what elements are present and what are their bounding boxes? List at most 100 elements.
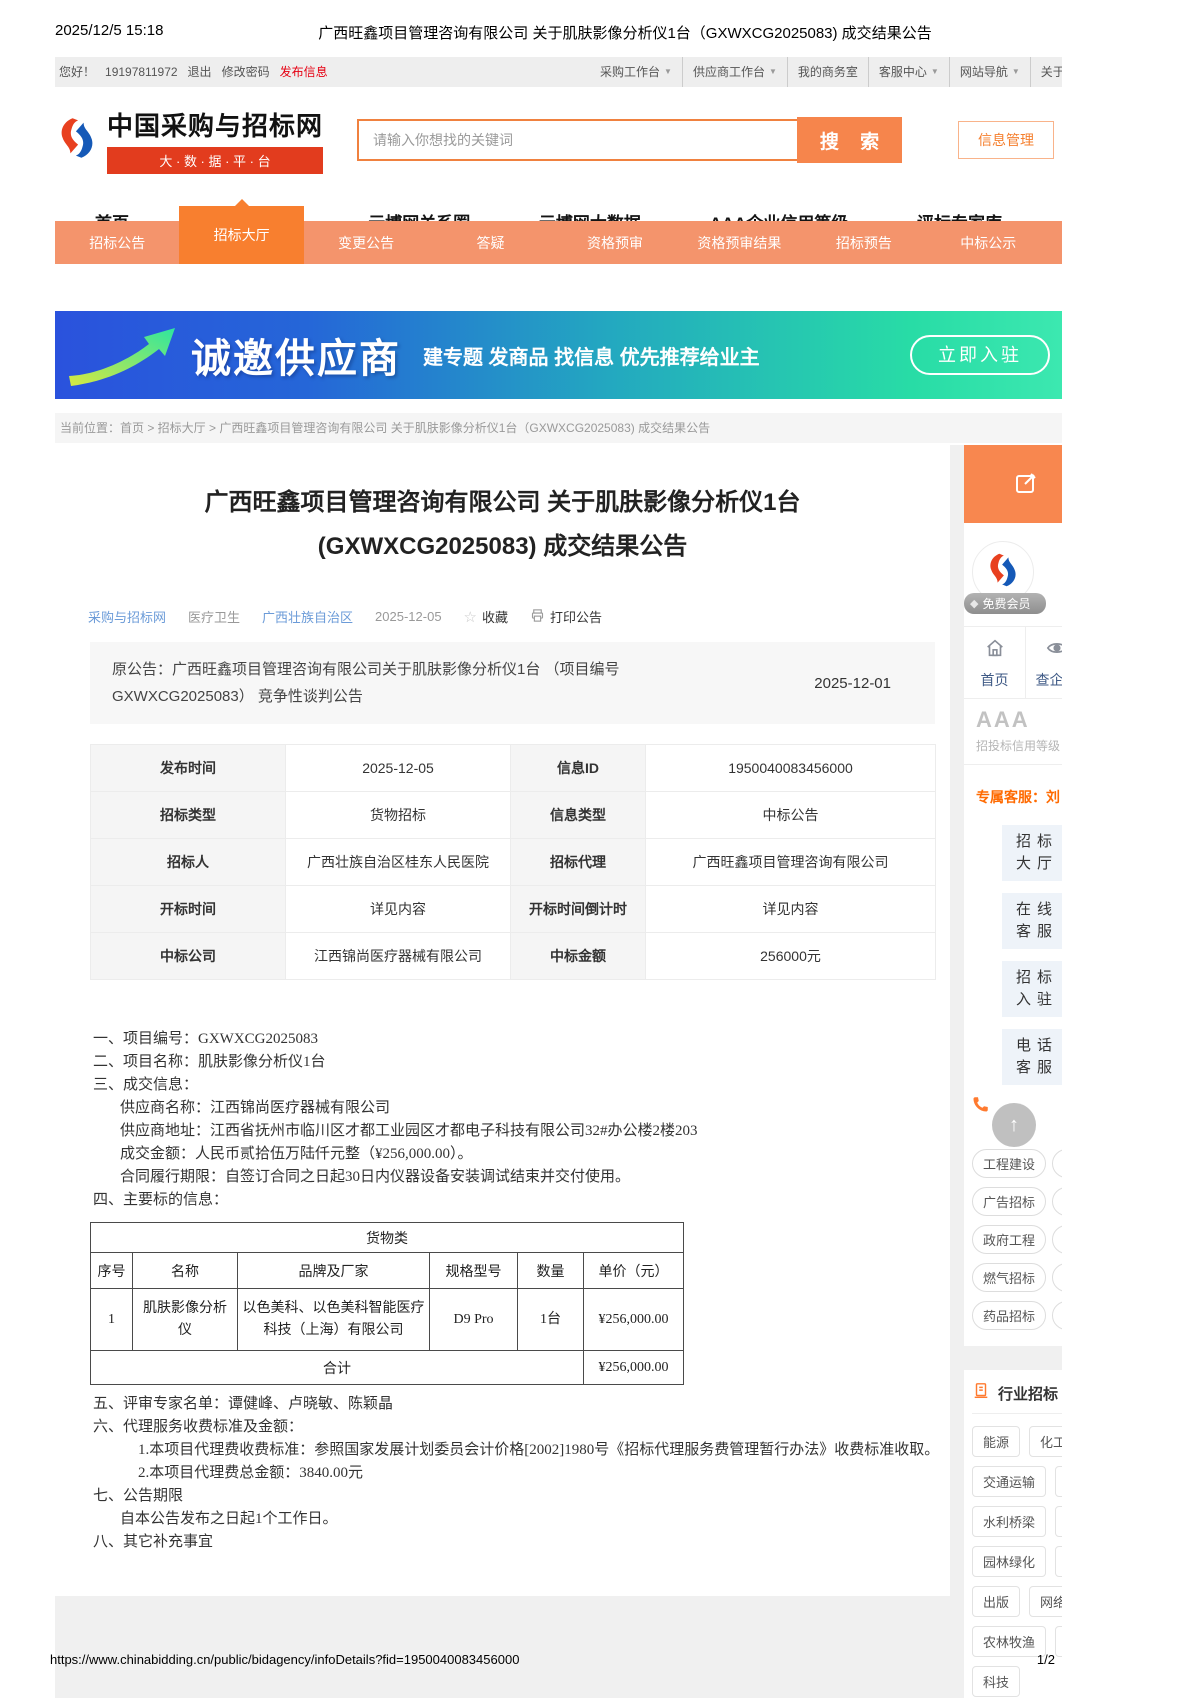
industry-tag[interactable]: 市政 — [1055, 1546, 1062, 1577]
menu-site-nav[interactable]: 网站导航 ▼ — [950, 57, 1031, 87]
menu-my-office[interactable]: 我的商务室 — [788, 57, 869, 87]
body-line: 供应商地址：江西省抚州市临川区才都工业园区才都电子科技有限公司32#办公楼2楼2… — [120, 1123, 698, 1139]
sidebar-item-phone-service[interactable]: 电话 客服 — [1002, 1029, 1062, 1085]
sub-nav: 招标公告 招标大厅 变更公告 答疑 资格预审 资格预审结果 招标预告 中标公示 … — [55, 199, 1062, 307]
site-header: 中国采购与招标网 大 · 数 · 据 · 平 · 台 搜 索 信息管理 — [55, 87, 1062, 193]
publish-info-link[interactable]: 发布信息 — [280, 57, 328, 87]
tab-winner-announcement[interactable]: 中标公告 — [1051, 221, 1063, 264]
sidebar-item-bid-hall[interactable]: 招标 大厅 — [1002, 825, 1062, 881]
original-announcement[interactable]: 原公告：广西旺鑫项目管理咨询有限公司关于肌肤影像分析仪1台 （项目编号 GXWX… — [90, 642, 935, 724]
category-pill[interactable]: 广告招标 — [972, 1187, 1047, 1216]
member-card: ◆ 免费会员 首页 查企 AAA 招投标信用等级 专属客服：刘 招标 大厅 在线… — [964, 523, 1062, 1346]
industry-tag[interactable]: 交通运输 — [972, 1466, 1047, 1497]
logout-link[interactable]: 退出 — [188, 57, 212, 87]
table-row: 1 肌肤影像分析仪 以色美科、以色美科智能医疗科技（上海）有限公司 D9 Pro… — [90, 1288, 684, 1351]
search-input[interactable] — [357, 119, 797, 161]
sidebar-item-home[interactable]: 首页 — [964, 627, 1026, 698]
print-datetime: 2025/12/5 15:18 — [55, 22, 164, 39]
goods-table-total-row: 合计 ¥256,000.00 — [90, 1350, 684, 1385]
industry-card: 行业招标 能源化工 交通运输机械 水利桥梁冶金 园林绿化市政 出版网络通信 农林… — [964, 1370, 1062, 1698]
tab-change-announcement[interactable]: 变更公告 — [304, 221, 428, 264]
eye-icon — [1046, 643, 1062, 663]
back-to-top-button[interactable]: ↑ — [992, 1103, 1036, 1147]
site-name: 中国采购与招标网 — [107, 111, 324, 141]
greeting-text: 您好！ — [59, 65, 96, 79]
article-meta: 采购与招标网 医疗卫生 广西壮族自治区 2025-12-05 ☆ 收藏 打印公告 — [88, 607, 950, 626]
industry-tag[interactable]: 能源 — [972, 1426, 1021, 1457]
page: 2025/12/5 15:18 广西旺鑫项目管理咨询有限公司 关于肌肤影像分析仪… — [0, 0, 1200, 1698]
category-pill[interactable]: 政府工程 — [972, 1225, 1047, 1254]
sidebar-menu: 招标 大厅 在线 客服 招标 入驻 电话 客服 — [964, 825, 1062, 1085]
industry-tag[interactable]: 园林绿化 — [972, 1546, 1047, 1577]
sidebar-item-online-service[interactable]: 在线 客服 — [1002, 893, 1062, 949]
search-button[interactable]: 搜 索 — [797, 117, 902, 163]
tab-bid-announcement[interactable]: 招标公告 — [55, 221, 179, 264]
meta-region-link[interactable]: 广西壮族自治区 — [262, 607, 353, 626]
arrow-up-icon — [65, 318, 185, 393]
industry-tag[interactable]: 轻工 — [1055, 1626, 1062, 1657]
announcement-body-top: 一、项目编号：GXWXCG2025083 二、项目名称：肌肤影像分析仪1台 三、… — [93, 1028, 950, 1212]
site-logo[interactable]: 中国采购与招标网 大 · 数 · 据 · 平 · 台 — [55, 106, 343, 174]
goods-table: 货物类 序号 名称 品牌及厂家 规格型号 数量 单价（元） 1 肌肤影像分析仪 … — [90, 1222, 684, 1385]
category-pill[interactable]: 水利 — [1052, 1225, 1062, 1254]
breadcrumb[interactable]: 当前位置：首页 > 招标大厅 > 广西旺鑫项目管理咨询有限公司 关于肌肤影像分析… — [55, 413, 1062, 443]
info-manage-button[interactable]: 信息管理 — [958, 121, 1054, 159]
sidebar-item-bid-join[interactable]: 招标 入驻 — [1002, 961, 1062, 1017]
body-line: 二、项目名称：肌肤影像分析仪1台 — [93, 1054, 326, 1070]
industry-tag[interactable]: 机械 — [1055, 1466, 1062, 1497]
meta-source-link[interactable]: 采购与招标网 — [88, 607, 166, 626]
industry-title: 行业招标 — [998, 1385, 1059, 1403]
tab-bid-hall[interactable]: 招标大厅 — [179, 199, 304, 264]
tab-bid-preview[interactable]: 招标预告 — [802, 221, 926, 264]
category-pill[interactable]: 燃气招标 — [972, 1263, 1047, 1292]
publish-panel[interactable] — [964, 445, 1062, 523]
body-line: 六、代理服务收费标准及金额： — [93, 1419, 304, 1435]
join-now-button[interactable]: 立即入驻 — [910, 335, 1050, 375]
menu-buyer-workbench[interactable]: 采购工作台 ▼ — [590, 57, 683, 87]
favorite-button[interactable]: ☆ 收藏 — [464, 607, 508, 626]
category-pill[interactable]: 电力 — [1052, 1187, 1062, 1216]
table-row: 招标人 广西壮族自治区桂东人民医院 招标代理 广西旺鑫项目管理咨询有限公司 — [90, 838, 936, 886]
body-line: 合同履行期限：自签订合同之日起30日内仪器设备安装调试结束并交付使用。 — [120, 1169, 631, 1185]
banner-subline: 建专题 发商品 找信息 优先推荐给业主 — [423, 346, 760, 369]
aaa-credit-block[interactable]: AAA 招投标信用等级 — [964, 699, 1062, 765]
category-pills: 工程建设市政 广告招标电力 政府工程水利 燃气招标油气 药品招标特种 — [964, 1149, 1062, 1330]
industry-tag[interactable]: 网络通信 — [1029, 1586, 1062, 1617]
dedicated-service-label: 专属客服：刘 — [976, 789, 1060, 805]
category-pill[interactable]: 药品招标 — [972, 1301, 1047, 1330]
printer-icon — [530, 608, 545, 626]
phone-icon[interactable] — [972, 1095, 990, 1118]
industry-icon — [972, 1382, 990, 1404]
original-announcement-date: 2025-12-01 — [814, 674, 891, 692]
body-line: 2.本项目代理费总金额：3840.00元 — [138, 1465, 364, 1481]
body-line: 自本公告发布之日起1个工作日。 — [120, 1511, 338, 1527]
announcement-body-bottom: 五、评审专家名单：谭健峰、卢晓敏、陈颖晶 六、代理服务收费标准及金额： 1.本项… — [93, 1393, 950, 1554]
category-pill[interactable]: 市政 — [1052, 1149, 1062, 1178]
sidebar-item-company-lookup[interactable]: 查企业 — [1026, 627, 1062, 698]
print-button[interactable]: 打印公告 — [530, 607, 602, 626]
category-pill[interactable]: 油气 — [1052, 1263, 1062, 1292]
tab-qa[interactable]: 答疑 — [428, 221, 552, 264]
table-row: 发布时间 2025-12-05 信息ID 1950040083456000 — [90, 744, 936, 792]
chevron-down-icon: ▼ — [930, 67, 939, 76]
category-pill[interactable]: 工程建设 — [972, 1149, 1047, 1178]
tab-prequalification-result[interactable]: 资格预审结果 — [677, 221, 801, 264]
industry-tag[interactable]: 水利桥梁 — [972, 1506, 1047, 1537]
category-pill[interactable]: 特种 — [1052, 1301, 1062, 1330]
tab-prequalification[interactable]: 资格预审 — [553, 221, 677, 264]
industry-tag[interactable]: 化工 — [1029, 1426, 1062, 1457]
change-password-link[interactable]: 修改密码 — [222, 57, 270, 87]
menu-supplier-workbench[interactable]: 供应商工作台 ▼ — [683, 57, 788, 87]
gem-icon: ◆ — [970, 598, 979, 610]
industry-tag[interactable]: 冶金 — [1055, 1506, 1062, 1537]
supplier-banner[interactable]: 诚邀供应商 建专题 发商品 找信息 优先推荐给业主 立即入驻 — [55, 311, 1062, 399]
menu-service-center[interactable]: 客服中心 ▼ — [869, 57, 950, 87]
industry-tag[interactable]: 科技 — [972, 1666, 1021, 1697]
original-announcement-link[interactable]: 原公告：广西旺鑫项目管理咨询有限公司关于肌肤影像分析仪1台 （项目编号 GXWX… — [112, 656, 712, 710]
industry-tag[interactable]: 出版 — [972, 1586, 1021, 1617]
menu-about-us[interactable]: 关于我们 — [1031, 57, 1062, 87]
member-badge: ◆ 免费会员 — [964, 593, 1046, 614]
page-number: 1/2 — [1036, 1652, 1055, 1667]
body-line: 五、评审专家名单：谭健峰、卢晓敏、陈颖晶 — [93, 1396, 394, 1412]
tab-winner-publicity[interactable]: 中标公示 — [926, 221, 1050, 264]
